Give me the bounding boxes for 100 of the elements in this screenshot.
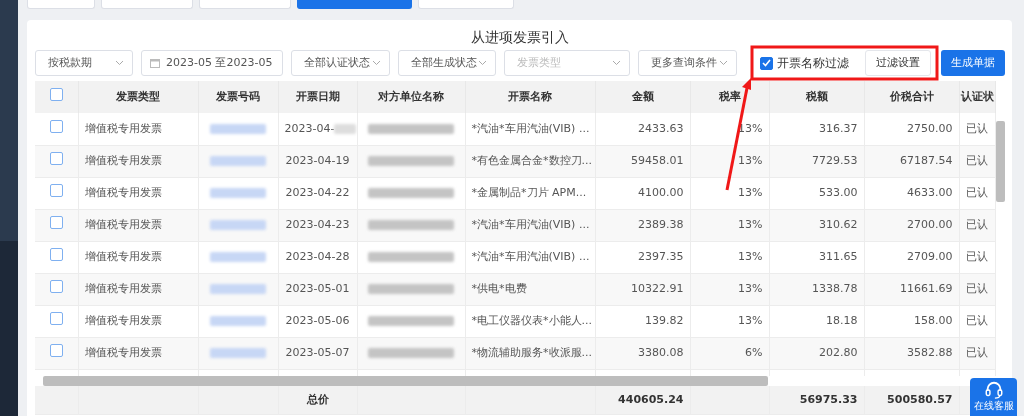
filter-settings-button[interactable]: 过滤设置 [865,50,931,76]
redacted-text [210,315,266,326]
table-cell: *金属制品*刀片 APM... [465,177,595,209]
column-header: 发票类型 [78,81,198,113]
total-cell: 500580.57 [864,386,959,414]
table-cell: 增值税专用发票 [78,241,198,273]
table-cell: 13% [690,305,769,337]
redacted-text [210,155,266,166]
table-cell: 2023-05-01 [278,273,357,305]
table-cell: 316.37 [769,113,864,145]
checkbox[interactable] [49,311,63,325]
table-cell: 310.62 [769,209,864,241]
table-cell: 2023-04-23 [278,209,357,241]
table-cell: 3582.88 [864,337,959,369]
redacted-text [210,251,266,262]
online-service-button[interactable]: 在线客服 [970,378,1017,416]
headset-icon [983,380,1004,400]
total-cell: 56975.33 [769,386,864,414]
checkbox[interactable] [49,279,63,293]
table-cell: *物流辅助服务*收派服... [465,337,595,369]
dropdown[interactable]: 更多查询条件 [638,50,737,76]
table-cell: 59458.01 [595,145,690,177]
table-cell: 4633.00 [864,177,959,209]
table-cell: 1338.78 [769,273,864,305]
table-cell: *有色金属合金*数控刀... [465,145,595,177]
dropdown[interactable]: 全部认证状态 [291,50,390,76]
table-cell: 533.00 [769,177,864,209]
table-cell: 增值税专用发票 [78,177,198,209]
redacted-text [210,219,266,230]
dropdown[interactable]: 全部生成状态 [398,50,496,76]
checkbox[interactable] [49,215,63,229]
checkbox[interactable] [49,87,63,101]
table-cell: 11661.69 [864,273,959,305]
table-cell: 2023-04- [284,121,335,135]
table-cell: 13% [690,177,769,209]
table-cell: 139.82 [595,305,690,337]
table-cell: 已认 [959,305,995,337]
table-cell: 增值税专用发票 [78,305,198,337]
table-cell: 2750.00 [864,113,959,145]
table-cell: 2023-04-19 [278,145,357,177]
chevron-down-icon [115,60,124,66]
column-header: 认证状 [959,81,995,113]
generate-button[interactable]: 生成单据 [941,50,1005,76]
column-header: 税率 [690,81,769,113]
checkbox[interactable] [760,56,773,70]
table-cell: 202.80 [769,337,864,369]
table-cell: 已认 [959,113,995,145]
table-cell: 增值税专用发票 [78,113,198,145]
table-cell: 2397.35 [595,241,690,273]
redacted-text [210,347,266,358]
table-cell: 2023-04-22 [278,177,357,209]
redacted-text [210,283,266,294]
scrollbar-thumb[interactable] [996,121,1005,202]
column-header: 开票日期 [278,81,357,113]
table-cell: 4100.00 [595,177,690,209]
chevron-down-icon [478,60,487,66]
table-cell: 10322.91 [595,273,690,305]
horizontal-scrollbar-thumb[interactable] [43,376,768,386]
table-cell: *汽油*车用汽油(VIB) ... [465,241,595,273]
total-cell: 440605.24 [595,386,690,414]
checkbox[interactable] [49,247,63,261]
table-cell: 2023-05-06 [278,305,357,337]
redacted-text [210,187,266,198]
column-header: 价税合计 [864,81,959,113]
table-cell: 2709.00 [864,241,959,273]
table-cell: *汽油*车用汽油(VIB) ... [465,209,595,241]
column-header: 金额 [595,81,690,113]
column-header: 开票名称 [465,81,595,113]
checkbox[interactable] [49,343,63,357]
table-cell: 已认 [959,241,995,273]
table-cell: 67187.54 [864,145,959,177]
chevron-down-icon [612,60,621,66]
checkbox[interactable] [49,119,63,133]
column-header: 税额 [769,81,864,113]
table-cell: *供电*电费 [465,273,595,305]
total-cell: 总价 [278,386,357,414]
table-cell: 增值税专用发票 [78,145,198,177]
date-range-field[interactable]: 2023-05 至2023-05 [141,50,283,76]
table-cell: 3380.08 [595,337,690,369]
table-cell: 增值税专用发票 [78,273,198,305]
table-cell: 增值税专用发票 [78,209,198,241]
table-cell: 增值税专用发票 [78,337,198,369]
calendar-icon [150,58,160,68]
table-cell: 2389.38 [595,209,690,241]
column-header: 发票号码 [198,81,278,113]
page-title: 从进项发票引入 [470,28,570,47]
table-cell: 2433.63 [595,113,690,145]
checkbox[interactable] [49,183,63,197]
table-cell: 13% [690,209,769,241]
checkbox[interactable] [49,151,63,165]
dropdown[interactable]: 按税款期 [35,50,133,76]
table-cell: 2700.00 [864,209,959,241]
table-cell: 已认 [959,177,995,209]
table-cell: 13% [690,241,769,273]
checkbox-label: 开票名称过滤 [777,55,849,72]
chevron-down-icon [372,60,381,66]
redacted-text [210,123,266,134]
table-cell: 18.18 [769,305,864,337]
table-cell: 311.65 [769,241,864,273]
table-cell: 7729.53 [769,145,864,177]
